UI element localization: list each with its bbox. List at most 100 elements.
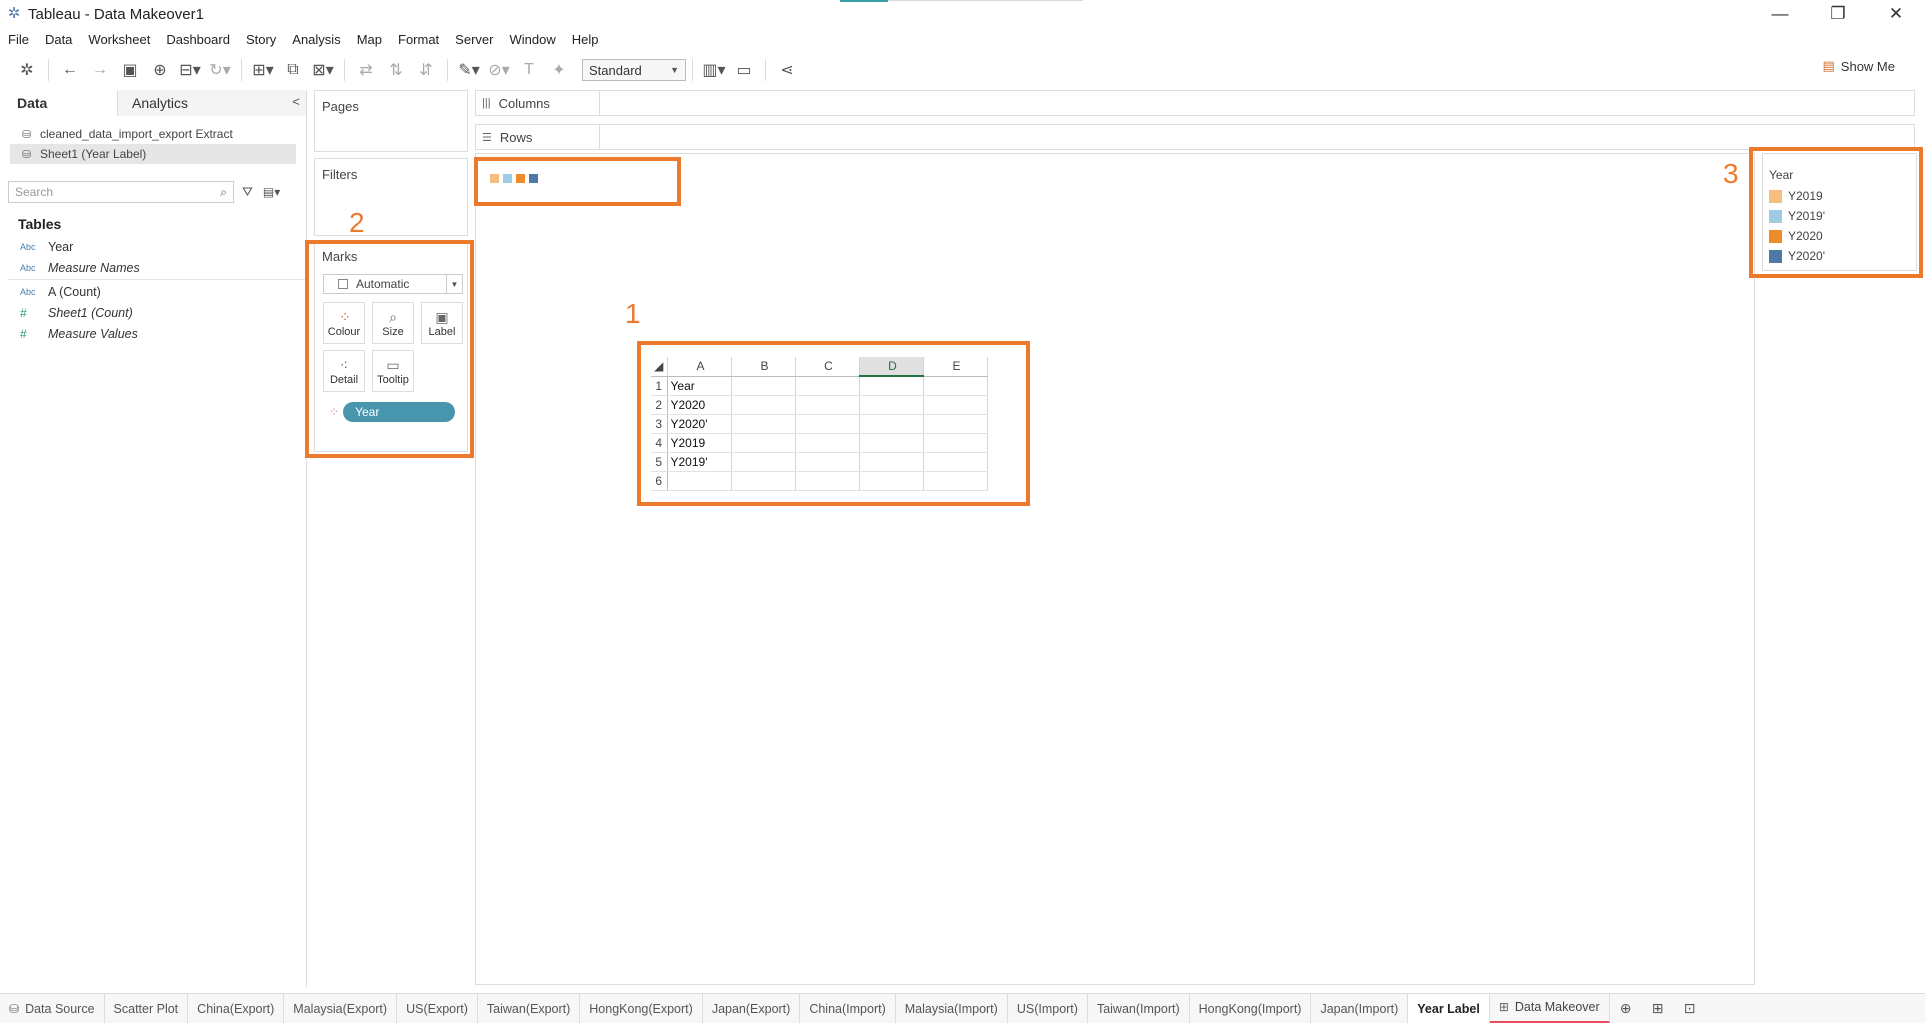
sort-ascending-icon[interactable]: ⇅ <box>381 57 411 83</box>
refresh-icon[interactable]: ↻▾ <box>205 57 235 83</box>
toolbar-separator <box>344 59 345 81</box>
minimize-button[interactable]: — <box>1751 0 1809 28</box>
search-input[interactable]: Search ⌕ <box>8 181 234 203</box>
filter-icon[interactable]: ⛛ <box>242 184 253 200</box>
swap-rows-columns-icon[interactable]: ⇄ <box>351 57 381 83</box>
tab-dashboard[interactable]: ⊞ Data Makeover <box>1489 993 1610 1023</box>
show-cards-icon[interactable]: ▥▾ <box>699 57 729 83</box>
share-icon[interactable]: ⋖ <box>772 57 802 83</box>
menu-map[interactable]: Map <box>357 32 382 47</box>
tab-sheet[interactable]: Japan(Export) <box>703 993 801 1023</box>
tab-sheet-active[interactable]: Year Label <box>1408 993 1490 1023</box>
menu-story[interactable]: Story <box>246 32 276 47</box>
toolbar-separator <box>447 59 448 81</box>
rows-shelf[interactable]: ☰ Rows <box>475 124 1915 150</box>
save-icon[interactable]: ▣ <box>115 57 145 83</box>
annotation-box-legend <box>1749 147 1923 278</box>
tab-sheet[interactable]: Taiwan(Export) <box>478 993 581 1023</box>
menu-worksheet[interactable]: Worksheet <box>88 32 150 47</box>
view-options-icon[interactable]: ▤▾ <box>263 185 280 199</box>
columns-icon: ||| <box>482 97 491 109</box>
fit-select[interactable]: Standard ▼ <box>582 59 686 81</box>
field-year[interactable]: Abc Year <box>0 236 306 257</box>
columns-label: ||| Columns <box>476 91 600 115</box>
tab-sheet[interactable]: HongKong(Import) <box>1190 993 1312 1023</box>
clear-sheet-icon[interactable]: ⊠▾ <box>308 57 338 83</box>
collapse-pane-icon[interactable]: < <box>292 94 300 109</box>
menu-file[interactable]: File <box>8 32 29 47</box>
filters-card[interactable]: Filters <box>314 158 468 236</box>
show-labels-icon[interactable]: T <box>514 57 544 83</box>
restore-button[interactable]: ❐ <box>1809 0 1867 28</box>
datasource-item[interactable]: ⛁ cleaned_data_import_export Extract <box>0 124 306 144</box>
close-button[interactable]: ✕ <box>1867 0 1925 28</box>
tab-sheet[interactable]: China(Import) <box>800 993 896 1023</box>
tab-analytics[interactable]: Analytics <box>118 90 306 116</box>
tab-data-source[interactable]: ⛁ Data Source <box>0 993 105 1023</box>
datasource-label: cleaned_data_import_export Extract <box>40 127 233 141</box>
presentation-mode-icon[interactable]: ▭ <box>729 57 759 83</box>
field-label: Measure Values <box>48 326 138 341</box>
tab-sheet[interactable]: Malaysia(Export) <box>284 993 398 1023</box>
redo-icon[interactable]: → <box>85 57 115 83</box>
show-me-label: Show Me <box>1840 58 1895 74</box>
search-placeholder: Search <box>15 185 54 199</box>
toolbar-separator <box>48 59 49 81</box>
tab-sheet[interactable]: HongKong(Export) <box>580 993 703 1023</box>
string-type-icon: Abc <box>20 262 36 273</box>
new-worksheet-icon[interactable]: ⊕ <box>1610 994 1642 1023</box>
tab-sheet[interactable]: Malaysia(Import) <box>896 993 1008 1023</box>
menu-dashboard[interactable]: Dashboard <box>166 32 230 47</box>
undo-icon[interactable]: ← <box>55 57 85 83</box>
menu-server[interactable]: Server <box>455 32 493 47</box>
field-label: Year <box>48 239 74 254</box>
tableau-home-icon[interactable]: ✲ <box>12 57 42 83</box>
field-measure-values[interactable]: # Measure Values <box>0 323 306 344</box>
field-a-count[interactable]: Abc A (Count) <box>0 281 306 302</box>
annotation-number-2: 2 <box>349 207 365 238</box>
window-title: Tableau - Data Makeover1 <box>28 5 204 23</box>
fix-axes-icon[interactable]: ✦ <box>544 57 574 83</box>
menu-help[interactable]: Help <box>572 32 599 47</box>
columns-shelf[interactable]: ||| Columns <box>475 90 1915 116</box>
highlight-icon[interactable]: ✎▾ <box>454 57 484 83</box>
pages-card[interactable]: Pages <box>314 90 468 152</box>
tab-sheet[interactable]: Taiwan(Import) <box>1088 993 1190 1023</box>
tables-heading: Tables <box>18 216 62 232</box>
menu-window[interactable]: Window <box>509 32 555 47</box>
show-me-icon: ▤ <box>1822 58 1835 73</box>
field-measure-names[interactable]: Abc Measure Names <box>0 257 306 278</box>
field-label: Measure Names <box>48 260 140 275</box>
menu-data[interactable]: Data <box>45 32 72 47</box>
database-icon: ⛁ <box>22 148 32 161</box>
new-data-source-icon[interactable]: ⊕ <box>145 57 175 83</box>
field-divider <box>8 279 306 280</box>
rows-icon: ☰ <box>482 131 492 144</box>
pause-updates-icon[interactable]: ⊟▾ <box>175 57 205 83</box>
tab-sheet[interactable]: US(Export) <box>397 993 478 1023</box>
tab-sheet[interactable]: China(Export) <box>188 993 285 1023</box>
field-sheet1-count[interactable]: # Sheet1 (Count) <box>0 302 306 323</box>
menu-analysis[interactable]: Analysis <box>292 32 340 47</box>
new-worksheet-icon[interactable]: ⊞▾ <box>248 57 278 83</box>
new-story-icon[interactable]: ⊡ <box>1674 994 1706 1023</box>
toolbar-separator <box>241 59 242 81</box>
field-label: A (Count) <box>48 284 101 299</box>
show-me-button[interactable]: ▤ Show Me <box>1823 58 1896 74</box>
duplicate-sheet-icon[interactable]: ⧉ <box>278 57 308 83</box>
menu-format[interactable]: Format <box>398 32 439 47</box>
tab-data[interactable]: Data <box>0 90 118 116</box>
new-dashboard-icon[interactable]: ⊞ <box>1642 994 1674 1023</box>
sort-descending-icon[interactable]: ⇵ <box>411 57 441 83</box>
rows-label: ☰ Rows <box>476 125 600 149</box>
worksheet-view[interactable] <box>475 153 1755 985</box>
annotation-box-excel <box>637 341 1030 506</box>
annotation-number-1: 1 <box>625 298 641 329</box>
group-icon[interactable]: ⊘▾ <box>484 57 514 83</box>
dashboard-icon: ⊞ <box>1498 1000 1509 1014</box>
tab-sheet[interactable]: US(Import) <box>1008 993 1088 1023</box>
tab-sheet[interactable]: Scatter Plot <box>105 993 189 1023</box>
datasource-item-selected[interactable]: ⛁ Sheet1 (Year Label) <box>10 144 296 164</box>
annotation-box-swatches <box>474 157 681 206</box>
tab-sheet[interactable]: Japan(Import) <box>1311 993 1409 1023</box>
